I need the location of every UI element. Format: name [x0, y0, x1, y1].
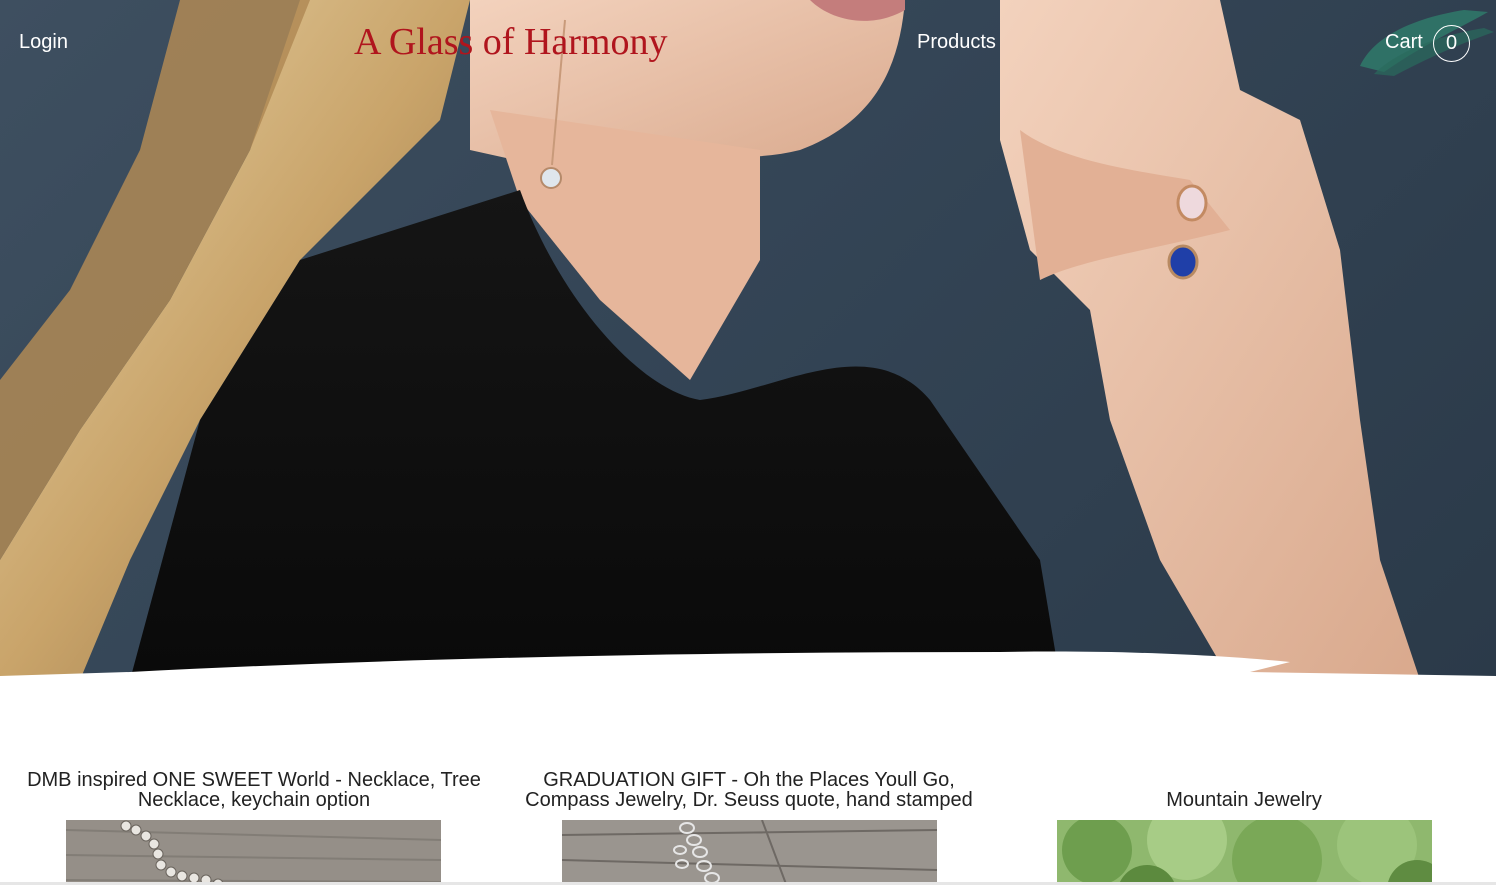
product-image[interactable] [1057, 820, 1432, 885]
login-link[interactable]: Login [19, 31, 68, 54]
brand-logo-title[interactable]: A Glass of Harmony [354, 20, 667, 64]
cart-link[interactable]: Cart [1385, 31, 1423, 54]
cart-count-badge[interactable]: 0 [1433, 25, 1470, 62]
product-title[interactable]: Mountain Jewelry [1009, 760, 1479, 810]
products-link[interactable]: Products [917, 31, 996, 54]
product-image[interactable] [562, 820, 937, 885]
hero-banner [0, 0, 1496, 680]
product-image[interactable] [66, 820, 441, 885]
hero-image [0, 0, 1496, 680]
product-title[interactable]: GRADUATION GIFT - Oh the Places Youll Go… [514, 760, 984, 810]
hands-shape [1000, 0, 1420, 680]
product-title[interactable]: DMB inspired ONE SWEET World - Necklace,… [19, 760, 489, 810]
cart-brush-decoration [1360, 10, 1494, 76]
